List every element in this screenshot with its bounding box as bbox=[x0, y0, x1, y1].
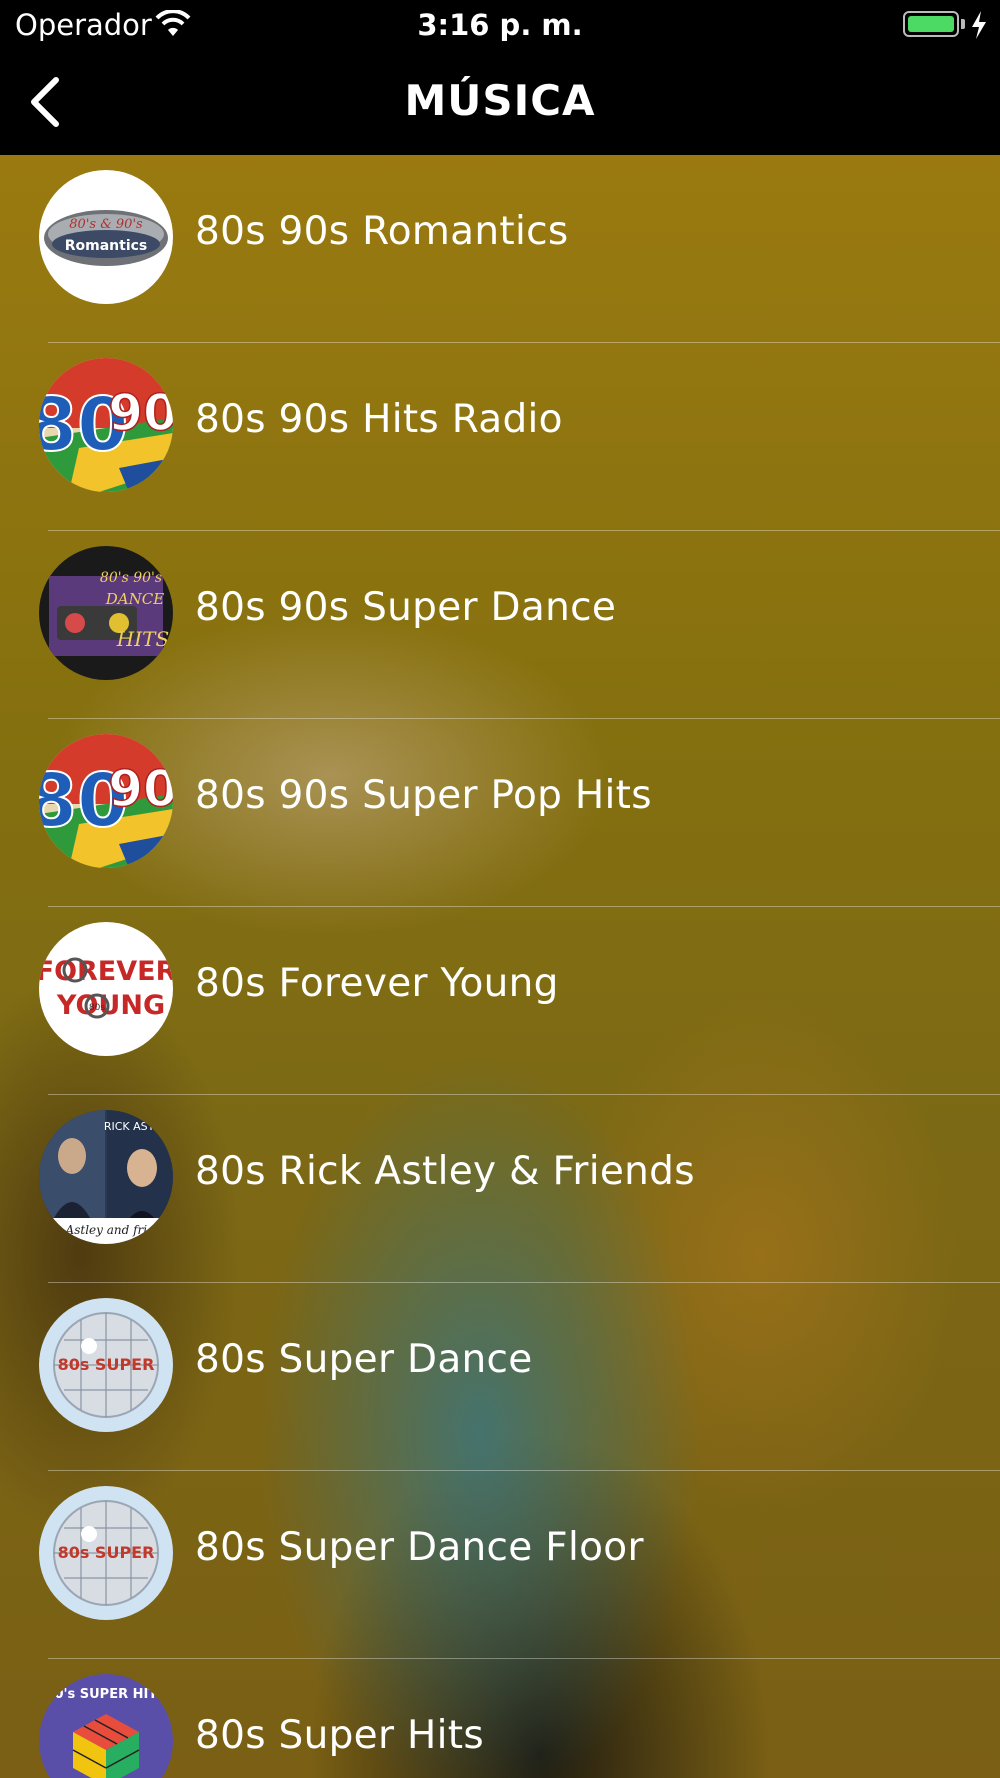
station-name: 80s Forever Young bbox=[195, 961, 559, 1006]
station-row[interactable]: FOREVER YOUNG 80s 80s Forever Young bbox=[0, 907, 1000, 1095]
forever-young-logo: FOREVER YOUNG 80s bbox=[39, 922, 173, 1056]
svg-text:80's 90's: 80's 90's bbox=[100, 570, 162, 586]
station-row[interactable]: 80s SUPER 80s Super Dance bbox=[0, 1283, 1000, 1471]
svg-text:YOUNG: YOUNG bbox=[56, 990, 165, 1021]
back-button[interactable] bbox=[24, 72, 76, 132]
status-bar: Operador 3:16 p. m. bbox=[0, 0, 1000, 52]
80-90-logo: 80 90 bbox=[39, 358, 173, 492]
page-title: MÚSICA bbox=[404, 76, 596, 125]
station-list[interactable]: 80's & 90's Romantics 80s 90s Romantics … bbox=[0, 155, 1000, 1778]
svg-text:HITS: HITS bbox=[116, 627, 169, 651]
80-90-logo: 80 90 bbox=[39, 734, 173, 868]
status-time: 3:16 p. m. bbox=[417, 8, 583, 42]
station-name: 80s 90s Hits Radio bbox=[195, 397, 563, 442]
station-row[interactable]: 80 90 80s 90s Hits Radio bbox=[0, 343, 1000, 531]
station-row[interactable]: RICK ASTLEY ck Astley and frie 80s Rick … bbox=[0, 1095, 1000, 1283]
disco-ball-logo: 80s SUPER bbox=[39, 1298, 173, 1432]
svg-text:FOREVER: FOREVER bbox=[39, 956, 173, 987]
station-name: 80s 90s Super Pop Hits bbox=[195, 773, 652, 818]
disco-ball-logo: 80s SUPER bbox=[39, 1486, 173, 1620]
station-name: 80s Super Dance Floor bbox=[195, 1525, 644, 1570]
charging-bolt-icon bbox=[972, 11, 986, 39]
station-name: 80s Rick Astley & Friends bbox=[195, 1149, 695, 1194]
station-row[interactable]: 80 90 80s 90s Super Pop Hits bbox=[0, 719, 1000, 907]
svg-text:80s: 80s bbox=[89, 1003, 105, 1013]
super-hits-logo: 80's SUPER HITS bbox=[39, 1674, 173, 1778]
dance-hits-logo: 80's 90's DANCE HITS bbox=[39, 546, 173, 680]
station-row[interactable]: 80s SUPER 80s Super Dance Floor bbox=[0, 1471, 1000, 1659]
svg-text:Romantics: Romantics bbox=[65, 238, 148, 254]
svg-text:ck Astley and frie: ck Astley and frie bbox=[48, 1223, 154, 1237]
svg-text:RICK ASTLEY: RICK ASTLEY bbox=[104, 1120, 173, 1133]
romantics-logo: 80's & 90's Romantics bbox=[39, 170, 173, 304]
station-row[interactable]: 80's 90's DANCE HITS 80s 90s Super Dance bbox=[0, 531, 1000, 719]
svg-text:80's & 90's: 80's & 90's bbox=[69, 217, 143, 232]
station-row[interactable]: 80's & 90's Romantics 80s 90s Romantics bbox=[0, 155, 1000, 343]
chevron-left-icon bbox=[31, 77, 59, 127]
svg-text:80s SUPER: 80s SUPER bbox=[58, 1355, 155, 1374]
station-row[interactable]: 80's SUPER HITS 80s Super Hits bbox=[0, 1659, 1000, 1778]
rick-astley-logo: RICK ASTLEY ck Astley and frie bbox=[39, 1110, 173, 1244]
svg-text:90: 90 bbox=[108, 384, 173, 442]
station-name: 80s 90s Super Dance bbox=[195, 585, 617, 630]
svg-text:80s SUPER: 80s SUPER bbox=[58, 1543, 155, 1562]
station-name: 80s 90s Romantics bbox=[195, 209, 569, 254]
svg-text:80's SUPER HITS: 80's SUPER HITS bbox=[45, 1687, 166, 1702]
station-name: 80s Super Hits bbox=[195, 1713, 484, 1758]
svg-text:DANCE: DANCE bbox=[105, 590, 164, 608]
battery-icon bbox=[903, 11, 959, 37]
battery-tip bbox=[961, 19, 965, 29]
station-name: 80s Super Dance bbox=[195, 1337, 533, 1382]
navigation-bar: MÚSICA bbox=[0, 52, 1000, 155]
svg-text:90: 90 bbox=[108, 760, 173, 818]
